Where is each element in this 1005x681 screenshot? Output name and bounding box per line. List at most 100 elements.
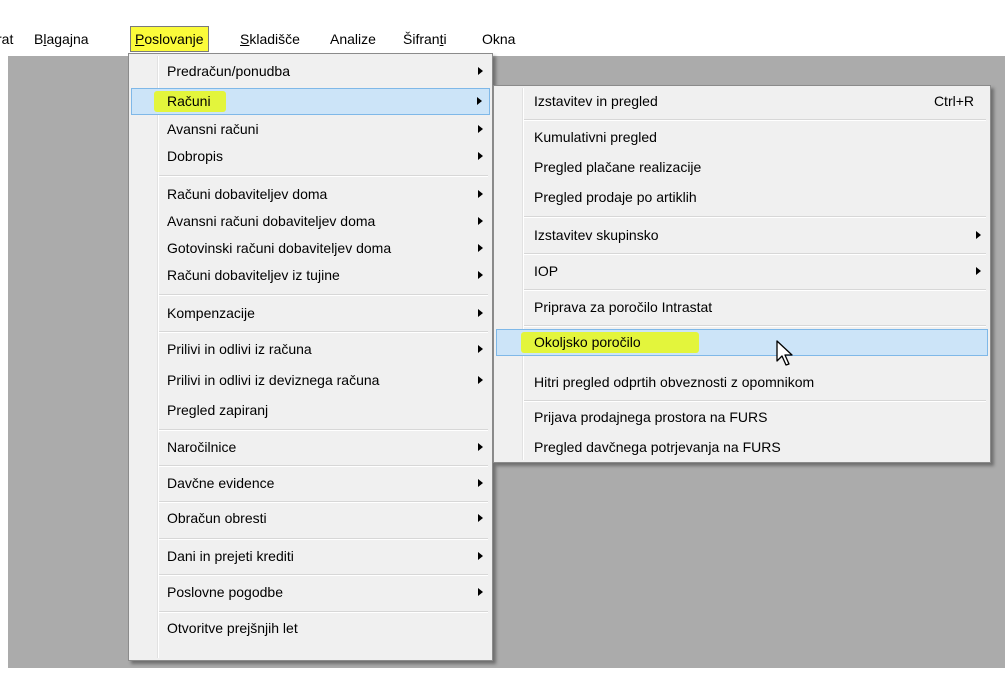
submenu-arrow-icon [478,514,483,522]
menu-separator [159,538,488,540]
menu-item-label: Davčne evidence [167,475,275,491]
submenu-arrow-icon [478,443,483,451]
menu-item-kompenzacije[interactable]: Kompenzacije [131,300,490,327]
menu-bar: rat Blagajna Poslovanje Skladišče Analiz… [0,26,1005,54]
menu-separator [524,400,986,402]
mouse-pointer-icon [776,340,793,366]
menu-item-davcno-potrjevanje[interactable]: Pregled davčnega potrjevanja na FURS [496,434,988,461]
menu-item-intrastat[interactable]: Priprava za poročilo Intrastat [496,294,988,321]
menu-blagajna[interactable]: Blagajna [29,26,94,52]
menu-item-label: Pregled prodaje po artiklih [534,189,697,205]
submenu-arrow-icon [478,125,483,133]
menu-item-dobropis[interactable]: Dobropis [131,143,490,170]
menu-accelerator: P [135,31,145,47]
submenu-arrow-icon [478,479,483,487]
menu-item-racuni-dobaviteljev-doma[interactable]: Računi dobaviteljev doma [131,181,490,208]
menu-accelerator: S [240,31,250,47]
menu-separator [524,289,986,291]
menu-item-otvoritve[interactable]: Otvoritve prejšnjih let [131,615,490,642]
submenu-arrow-icon [478,152,483,160]
menu-item-label: Pregled zapiranj [167,402,269,418]
menu-analize[interactable]: Analize [325,26,381,52]
menu-item-racuni-iz-tujine[interactable]: Računi dobaviteljev iz tujine [131,262,490,289]
menu-item-label: Kumulativni pregled [534,129,657,145]
menu-item-label: Dani in prejeti krediti [167,548,294,564]
menu-separator [159,501,488,503]
menu-item-prilivi-odlivi[interactable]: Prilivi in odlivi iz računa [131,336,490,363]
menu-item-davcne-evidence[interactable]: Davčne evidence [131,470,490,497]
menu-separator [524,216,986,218]
menu-item-kumulativni-pregled[interactable]: Kumulativni pregled [496,124,988,151]
menu-poslovanje[interactable]: Poslovanje [130,26,209,52]
menu-item-avansni-racuni-dobaviteljev[interactable]: Avansni računi dobaviteljev doma [131,208,490,235]
menu-item-label: Računi dobaviteljev iz tujine [167,267,340,283]
menu-label-part: agajna [46,31,89,47]
submenu-arrow-icon [477,97,482,105]
menu-separator [159,611,488,613]
submenu-arrow-icon [478,271,483,279]
submenu-arrow-icon [478,309,483,317]
menu-item-prilivi-odlivi-devizni[interactable]: Prilivi in odlivi iz deviznega računa [131,367,490,394]
menu-item-placane-realizacije[interactable]: Pregled plačane realizacije [496,154,988,181]
menu-separator [159,175,488,177]
menu-label-part: Šifran [403,31,440,47]
menu-item-label: Avansni računi [167,121,259,137]
menu-item-label: Hitri pregled odprtih obveznosti z opomn… [534,374,815,390]
menu-item-label: Prilivi in odlivi iz deviznega računa [167,372,380,388]
menu-separator [159,574,488,576]
menu-label: Okna [482,31,516,47]
menu-separator [159,294,488,296]
menu-label-part: B [34,31,44,47]
submenu-arrow-icon [478,67,483,75]
menu-separator [524,325,986,327]
submenu-arrow-icon [976,231,981,239]
submenu-arrow-icon [478,217,483,225]
menu-item-pregled-zapiranj[interactable]: Pregled zapiranj [131,397,490,424]
menu-item-gotovinski-racuni[interactable]: Gotovinski računi dobaviteljev doma [131,235,490,262]
menu-item-iop[interactable]: IOP [496,258,988,285]
poslovanje-dropdown: Predračun/ponudba Računi Avansni računi … [128,53,493,661]
menu-item-label: Prilivi in odlivi iz računa [167,341,312,357]
menu-item-izstavitev-skupinsko[interactable]: Izstavitev skupinsko [496,222,988,249]
menu-label: Analize [330,31,376,47]
menu-item-label: Pregled davčnega potrjevanja na FURS [534,439,781,455]
menu-obracun-partial[interactable]: rat [0,26,18,52]
menu-separator [524,253,986,255]
menu-item-racuni[interactable]: Računi [131,88,490,115]
submenu-arrow-icon [478,376,483,384]
menu-item-poslovne-pogodbe[interactable]: Poslovne pogodbe [131,579,490,606]
menu-item-obracun-obresti[interactable]: Obračun obresti [131,505,490,532]
menu-item-hitri-pregled[interactable]: Hitri pregled odprtih obveznosti z opomn… [496,369,988,396]
menu-item-label: Predračun/ponudba [167,63,290,79]
menu-item-label: Dobropis [167,148,224,164]
menu-item-label: Avansni računi dobaviteljev doma [167,213,376,229]
menu-sifranti[interactable]: Šifranti [398,26,452,52]
submenu-arrow-icon [478,244,483,252]
menu-item-izstavitev-in-pregled[interactable]: Izstavitev in pregled Ctrl+R [496,88,988,115]
menu-separator [159,465,488,467]
menu-label: rat [0,31,14,47]
submenu-arrow-icon [478,190,483,198]
menu-label-part: kladišče [249,31,300,47]
menu-item-predracun[interactable]: Predračun/ponudba [131,58,490,85]
menu-item-label: Računi dobaviteljev doma [167,186,328,202]
menu-item-narocilnice[interactable]: Naročilnice [131,434,490,461]
menu-item-label: Računi [167,93,211,109]
menu-item-label: Izstavitev skupinsko [534,227,659,243]
menu-skladisce[interactable]: Skladišče [235,26,305,52]
menu-item-label: Prijava prodajnega prostora na FURS [534,409,768,425]
submenu-arrow-icon [478,552,483,560]
menu-item-label: Priprava za poročilo Intrastat [534,299,713,315]
menu-item-avansni-racuni[interactable]: Avansni računi [131,116,490,143]
menu-separator [524,119,986,121]
menu-item-krediti[interactable]: Dani in prejeti krediti [131,543,490,570]
menu-item-shortcut: Ctrl+R [933,93,974,109]
menu-item-okoljsko-porocilo[interactable]: Okoljsko poročilo [496,329,988,356]
menu-item-label: Kompenzacije [167,305,255,321]
menu-okna[interactable]: Okna [477,26,520,52]
menu-item-prodaje-po-artiklih[interactable]: Pregled prodaje po artiklih [496,184,988,211]
menu-item-prijava-furs[interactable]: Prijava prodajnega prostora na FURS [496,404,988,431]
menu-label-part: i [443,31,447,47]
menu-item-label: IOP [534,263,559,279]
submenu-arrow-icon [976,267,981,275]
